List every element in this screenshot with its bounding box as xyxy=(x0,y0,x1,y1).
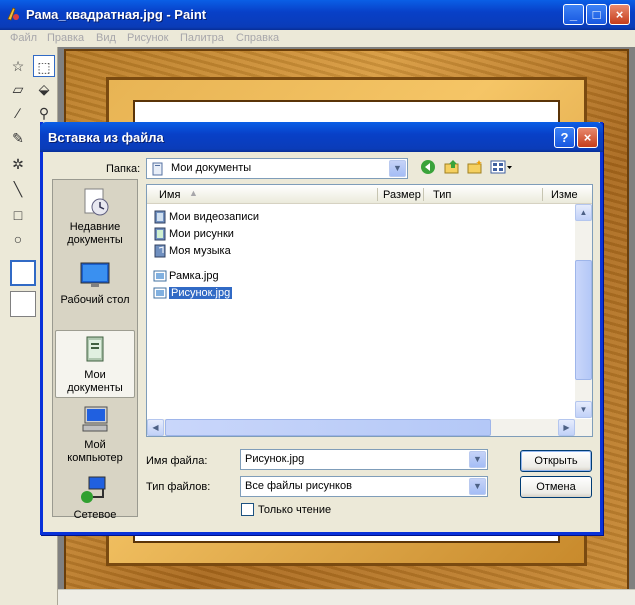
scroll-down-icon[interactable]: ▼ xyxy=(575,401,592,418)
menu-file[interactable]: Файл xyxy=(10,32,37,44)
places-bar: Недавние документы Рабочий стол Мои доку… xyxy=(52,179,138,521)
minimize-button[interactable]: _ xyxy=(563,4,584,25)
magnifier-icon[interactable]: ⚲ xyxy=(33,102,55,124)
filename-label: Имя файла: xyxy=(146,455,208,467)
horizontal-scroll-thumb[interactable] xyxy=(165,419,491,436)
dialog-title: Вставка из файла xyxy=(48,130,164,145)
readonly-checkbox[interactable] xyxy=(241,503,254,516)
menu-image[interactable]: Рисунок xyxy=(127,32,169,44)
filetype-value: Все файлы рисунков xyxy=(245,480,352,492)
vertical-scroll-thumb[interactable] xyxy=(575,260,592,380)
fill-icon[interactable]: ⬙ xyxy=(33,78,55,100)
column-type[interactable]: Тип xyxy=(433,189,451,201)
filetype-select[interactable]: Все файлы рисунков ▼ xyxy=(240,476,488,497)
chevron-down-icon[interactable]: ▼ xyxy=(469,478,486,495)
canvas-horizontal-scrollbar[interactable] xyxy=(58,589,635,605)
insert-from-file-dialog: Вставка из файла ? × Папка: Мои документ… xyxy=(40,122,603,535)
rect-select-icon[interactable]: ⬚ xyxy=(33,55,55,77)
ellipse-icon[interactable]: ○ xyxy=(7,228,29,250)
rectangle-icon[interactable]: □ xyxy=(7,204,29,226)
horizontal-scrollbar[interactable]: ◀ ▶ xyxy=(147,419,592,436)
list-item[interactable]: Мои видеозаписи xyxy=(153,209,259,225)
paint-app-icon xyxy=(7,7,19,21)
video-folder-icon xyxy=(154,210,166,224)
file-list[interactable]: Имя ▲ Размер Тип Изме Мои видеозаписи Мо… xyxy=(146,184,593,437)
scroll-up-icon[interactable]: ▲ xyxy=(575,204,592,221)
list-item-selected[interactable]: Рисунок.jpg xyxy=(153,285,233,301)
open-button[interactable]: Открыть xyxy=(520,450,592,472)
place-my-documents[interactable]: Мои документы xyxy=(55,330,135,398)
line-icon[interactable]: ╲ xyxy=(7,178,29,200)
jpg-file-icon xyxy=(153,270,167,282)
desktop-icon xyxy=(80,262,110,287)
place-my-computer[interactable]: Мой компьютер xyxy=(55,405,135,465)
opaque-mode-icon[interactable] xyxy=(10,260,36,286)
cancel-button[interactable]: Отмена xyxy=(520,476,592,498)
menu-help[interactable]: Справка xyxy=(236,32,279,44)
place-desktop[interactable]: Рабочий стол xyxy=(55,260,135,307)
recent-documents-icon xyxy=(84,188,109,216)
place-network[interactable]: Сетевое xyxy=(55,475,135,522)
pencil-icon[interactable]: ✎ xyxy=(7,127,29,149)
folder-value: Мои документы xyxy=(171,162,252,174)
place-recent-documents[interactable]: Недавние документы xyxy=(55,187,135,247)
my-documents-icon xyxy=(86,336,104,362)
menu-palette[interactable]: Палитра xyxy=(180,32,224,44)
new-folder-icon[interactable] xyxy=(465,159,485,179)
maximize-button[interactable]: □ xyxy=(586,4,607,25)
filetype-label: Тип файлов: xyxy=(146,481,211,493)
free-select-icon[interactable]: ☆ xyxy=(7,55,29,77)
pictures-folder-icon xyxy=(154,227,166,241)
folder-select[interactable]: Мои документы ▼ xyxy=(146,158,408,179)
scroll-right-icon[interactable]: ▶ xyxy=(558,419,575,436)
sort-ascending-icon: ▲ xyxy=(189,188,198,198)
vertical-scrollbar[interactable]: ▲ ▼ xyxy=(575,204,592,418)
help-button[interactable]: ? xyxy=(554,127,575,148)
window-title: Рама_квадратная.jpg - Paint xyxy=(26,7,207,22)
menu-edit[interactable]: Правка xyxy=(47,32,84,44)
my-computer-icon xyxy=(82,406,108,432)
color-picker-icon[interactable]: ∕ xyxy=(7,102,29,124)
view-menu-icon[interactable] xyxy=(489,159,515,179)
close-window-button[interactable]: × xyxy=(609,4,630,25)
chevron-down-icon[interactable]: ▼ xyxy=(389,160,406,177)
column-modified[interactable]: Изме xyxy=(551,189,578,201)
paint-title-bar: Рама_квадратная.jpg - Paint _ □ × xyxy=(0,0,635,30)
back-icon[interactable] xyxy=(418,159,438,179)
my-documents-small-icon xyxy=(152,162,163,176)
music-folder-icon xyxy=(154,244,166,258)
scroll-left-icon[interactable]: ◀ xyxy=(147,419,164,436)
transparent-mode-icon[interactable] xyxy=(10,291,36,317)
list-item[interactable]: Мои рисунки xyxy=(153,226,234,242)
dialog-close-button[interactable]: × xyxy=(577,127,598,148)
filename-input[interactable]: Рисунок.jpg ▼ xyxy=(240,449,488,470)
eraser-icon[interactable]: ▱ xyxy=(7,78,29,100)
up-folder-icon[interactable] xyxy=(442,159,462,179)
folder-label: Папка: xyxy=(106,163,141,175)
column-name[interactable]: Имя xyxy=(159,189,180,201)
jpg-file-icon xyxy=(153,287,167,299)
menu-bar: Файл Правка Вид Рисунок Палитра Справка xyxy=(0,30,635,47)
airbrush-icon[interactable]: ✲ xyxy=(7,153,29,175)
column-size[interactable]: Размер xyxy=(383,189,421,201)
filename-value: Рисунок.jpg xyxy=(245,453,305,465)
column-header: Имя ▲ Размер Тип Изме xyxy=(147,185,592,204)
list-item[interactable]: Рамка.jpg xyxy=(153,268,219,284)
dialog-title-bar: Вставка из файла ? × xyxy=(40,122,603,152)
menu-view[interactable]: Вид xyxy=(96,32,116,44)
list-item[interactable]: Моя музыка xyxy=(153,243,231,259)
readonly-label[interactable]: Только чтение xyxy=(258,504,331,516)
chevron-down-icon[interactable]: ▼ xyxy=(469,451,486,468)
network-icon xyxy=(81,476,106,503)
